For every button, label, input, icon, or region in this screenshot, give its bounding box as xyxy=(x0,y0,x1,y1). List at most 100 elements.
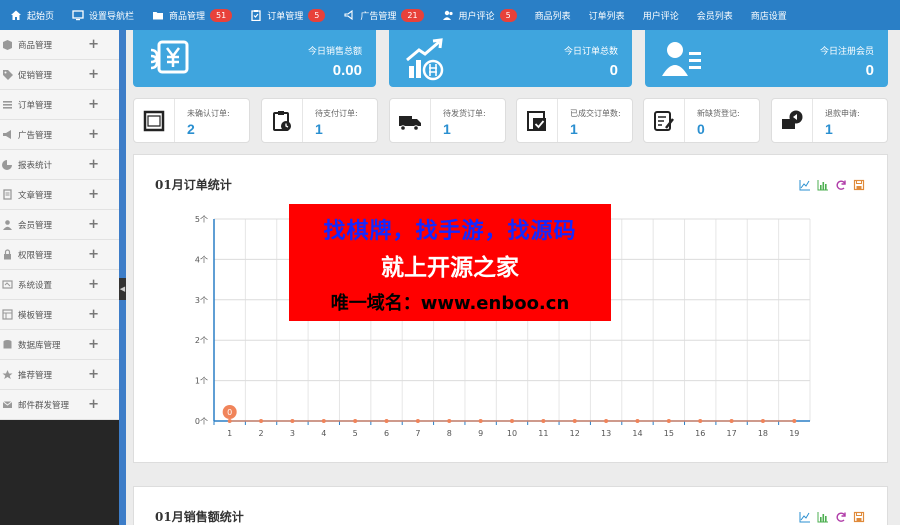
expand-plus-icon[interactable]: + xyxy=(88,97,99,112)
order-card-refund[interactable]: 退款申请: 1 xyxy=(771,98,888,143)
expand-plus-icon[interactable]: + xyxy=(88,337,99,352)
expand-plus-icon[interactable]: + xyxy=(88,367,99,382)
sidebar-item-5[interactable]: 文章管理 + xyxy=(0,180,119,210)
nav-comments[interactable]: 用户评论 5 xyxy=(442,8,517,22)
sales-chart-title: 01月销售额统计 xyxy=(155,510,244,524)
unshipped-label: 待发货订单: xyxy=(443,109,486,118)
template-icon xyxy=(2,308,14,321)
list-icon xyxy=(2,99,14,111)
clipboard-icon xyxy=(250,9,262,21)
expand-plus-icon[interactable]: + xyxy=(88,157,99,172)
bar-chart-icon[interactable] xyxy=(817,511,829,523)
sidebar-item-4[interactable]: 报表统计 + xyxy=(0,150,119,180)
lock-icon xyxy=(2,248,14,261)
sidebar-item-8[interactable]: 系统设置 + xyxy=(0,270,119,300)
expand-plus-icon[interactable]: + xyxy=(88,37,99,52)
x-tick-label: 4 xyxy=(321,429,326,438)
y-tick-label: 2个 xyxy=(195,336,208,345)
y-tick-label: 0个 xyxy=(195,417,208,426)
truck-icon xyxy=(399,116,421,131)
x-tick-label: 17 xyxy=(726,429,736,438)
user-icon xyxy=(2,219,14,231)
data-point xyxy=(729,419,734,423)
refund-label: 退款申请: xyxy=(825,109,860,118)
order-card-unpaid[interactable]: 待支付订单: 1 xyxy=(261,98,378,143)
save-image-icon[interactable] xyxy=(853,511,865,523)
order-card-completed[interactable]: 已成交订单数: 1 xyxy=(516,98,633,143)
sidebar-item-3[interactable]: 广告管理 + xyxy=(0,120,119,150)
order-card-unshipped[interactable]: 待发货订单: 1 xyxy=(389,98,506,143)
x-tick-label: 16 xyxy=(695,429,705,438)
sidebar-item-12[interactable]: 邮件群发管理 + xyxy=(0,390,119,420)
pie-chart-icon xyxy=(2,159,14,171)
completed-value: 1 xyxy=(570,121,578,137)
nav-user-comments[interactable]: 用户评论 xyxy=(643,9,679,22)
nav-shop-settings[interactable]: 商店设置 xyxy=(751,9,787,22)
nav-order-list-label: 订单列表 xyxy=(588,11,625,22)
sidebar-item-2[interactable]: 订单管理 + xyxy=(0,90,119,120)
sidebar-collapse-toggle[interactable]: ◀ xyxy=(119,278,126,300)
expand-plus-icon[interactable]: + xyxy=(88,307,99,322)
nav-orders-badge: 5 xyxy=(308,8,326,22)
stat-card-members: 今日注册会员 0 xyxy=(645,30,888,87)
square-icon xyxy=(143,110,165,132)
nav-home[interactable]: 起始页 xyxy=(10,9,54,22)
expand-plus-icon[interactable]: + xyxy=(88,277,99,292)
stat-orders-value: 0 xyxy=(609,62,618,79)
card-divider xyxy=(430,99,431,142)
data-point xyxy=(227,419,232,423)
expand-plus-icon[interactable]: + xyxy=(88,247,99,262)
unconfirmed-value: 2 xyxy=(187,121,195,137)
stockout-value: 0 xyxy=(697,121,705,137)
nav-goods-list[interactable]: 商品列表 xyxy=(535,9,571,22)
data-point xyxy=(415,419,420,423)
megaphone-icon xyxy=(2,129,14,141)
sidebar-item-0[interactable]: 商品管理 + xyxy=(0,30,119,60)
data-label: 0 xyxy=(227,408,232,417)
document-icon xyxy=(2,188,14,201)
sidebar-item-7[interactable]: 权限管理 + xyxy=(0,240,119,270)
sidebar-item-11[interactable]: 推荐管理 + xyxy=(0,360,119,390)
expand-plus-icon[interactable]: + xyxy=(88,127,99,142)
stat-sales-label: 今日销售总额 xyxy=(307,47,362,57)
sidebar-item-10[interactable]: 数据库管理 + xyxy=(0,330,119,360)
ad-banner[interactable]: 找棋牌，找手游，找源码 就上开源之家 唯一域名：www.enboo.cn xyxy=(289,204,611,321)
nav-setup-label: 设置导航栏 xyxy=(89,11,135,22)
nav-orders[interactable]: 订单管理 5 xyxy=(250,8,326,22)
sidebar-item-9[interactable]: 模板管理 + xyxy=(0,300,119,330)
x-tick-label: 13 xyxy=(601,429,611,438)
unpaid-label: 待支付订单: xyxy=(315,109,358,118)
x-tick-label: 5 xyxy=(353,429,358,438)
order-card-stockout[interactable]: 新缺货登记: 0 xyxy=(643,98,760,143)
nav-order-list[interactable]: 订单列表 xyxy=(589,9,625,22)
nav-goods[interactable]: 商品管理 51 xyxy=(152,8,233,22)
card-divider xyxy=(302,99,303,142)
y-tick-label: 1个 xyxy=(195,377,208,386)
line-chart-icon[interactable] xyxy=(799,511,811,523)
stat-card-sales: 今日销售总额 0.00 xyxy=(133,30,376,87)
data-point xyxy=(698,419,703,423)
nav-ads-label: 广告管理 xyxy=(360,11,397,22)
y-tick-label: 3个 xyxy=(195,296,208,305)
monitor-icon xyxy=(72,9,84,21)
edit-note-icon xyxy=(654,111,674,131)
expand-plus-icon[interactable]: + xyxy=(88,397,99,412)
data-point xyxy=(290,419,295,423)
sidebar-item-6[interactable]: 会员管理 + xyxy=(0,210,119,240)
nav-ads[interactable]: 广告管理 21 xyxy=(343,8,424,22)
data-point xyxy=(635,419,640,423)
expand-plus-icon[interactable]: + xyxy=(88,217,99,232)
folder-icon xyxy=(152,9,164,21)
order-card-unconfirmed[interactable]: 未确认订单: 2 xyxy=(133,98,250,143)
megaphone-icon xyxy=(343,9,355,21)
stat-card-orders: 今日订单总数 0 xyxy=(389,30,632,87)
refresh-icon[interactable] xyxy=(835,511,847,523)
nav-setup[interactable]: 设置导航栏 xyxy=(72,9,134,22)
completed-label: 已成交订单数: xyxy=(570,109,621,118)
expand-plus-icon[interactable]: + xyxy=(88,67,99,82)
sidebar: 商品管理 + 促销管理 + 订单管理 + 广告管理 + 报表统计 + 文章管理 + 会员管理 + 权限管理 +… xyxy=(0,30,119,525)
expand-plus-icon[interactable]: + xyxy=(88,187,99,202)
sidebar-item-1[interactable]: 促销管理 + xyxy=(0,60,119,90)
sidebar-menu: 商品管理 + 促销管理 + 订单管理 + 广告管理 + 报表统计 + 文章管理 + 会员管理 + 权限管理 +… xyxy=(0,30,119,420)
nav-member-list[interactable]: 会员列表 xyxy=(697,9,733,22)
